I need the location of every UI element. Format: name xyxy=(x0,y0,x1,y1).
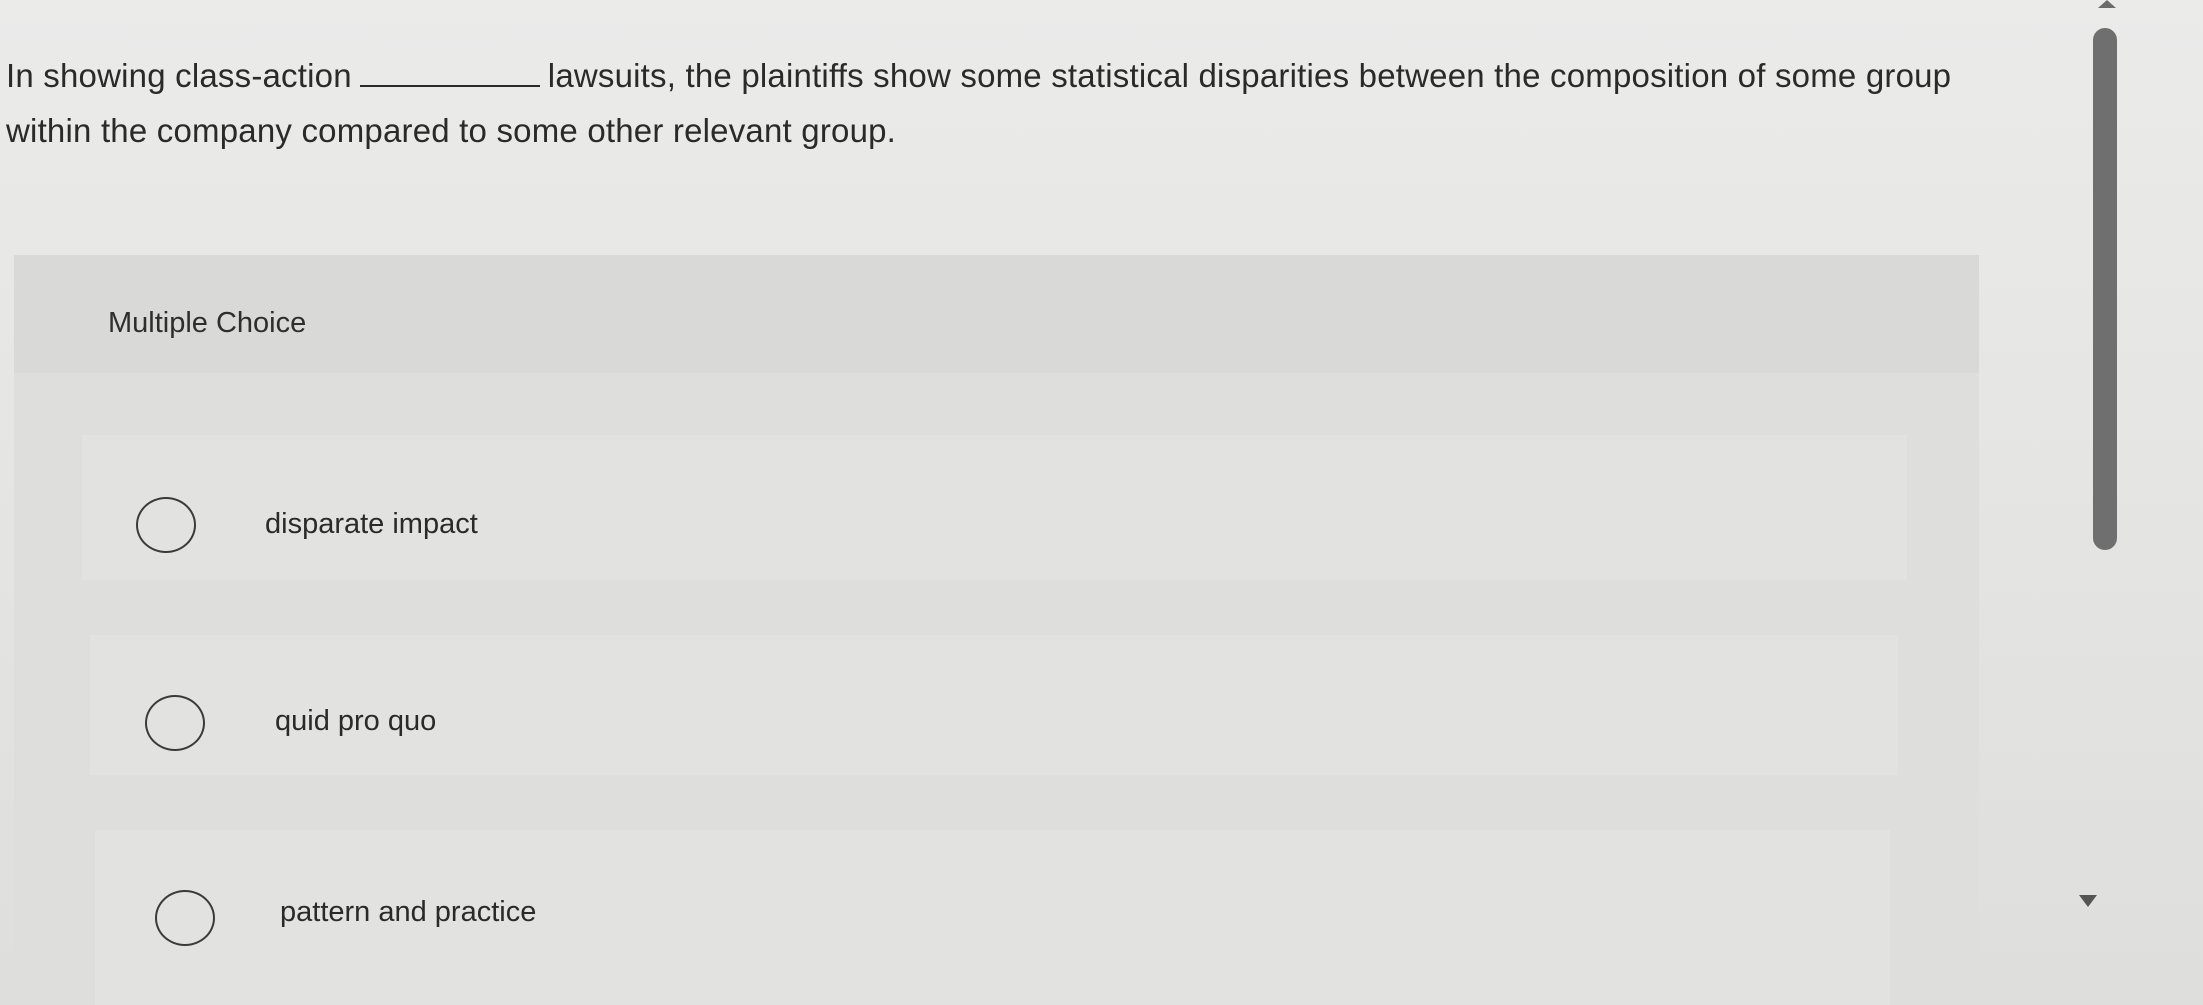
option-disparate-impact[interactable]: disparate impact xyxy=(82,435,1907,580)
radio-button-icon[interactable] xyxy=(145,695,205,751)
scroll-down-arrow-icon[interactable] xyxy=(2079,895,2097,907)
radio-button-icon[interactable] xyxy=(155,890,215,946)
question-text-before-blank: In showing class-action xyxy=(6,57,352,94)
panel-title: Multiple Choice xyxy=(108,307,307,339)
radio-button-icon[interactable] xyxy=(136,497,196,553)
scroll-up-arrow-icon[interactable] xyxy=(2098,0,2116,8)
answer-blank xyxy=(359,57,540,87)
option-label: disparate impact xyxy=(265,508,478,540)
option-quid-pro-quo[interactable]: quid pro quo xyxy=(90,635,1898,775)
option-label: quid pro quo xyxy=(275,705,437,737)
option-pattern-and-practice[interactable]: pattern and practice xyxy=(95,830,1890,1005)
scrollbar-thumb[interactable] xyxy=(2093,28,2117,550)
question-text: In showing class-action lawsuits, the pla… xyxy=(6,48,1966,158)
option-label: pattern and practice xyxy=(280,896,537,928)
panel-header: Multiple Choice xyxy=(14,255,1979,373)
page: In showing class-action lawsuits, the pla… xyxy=(0,0,2203,1005)
